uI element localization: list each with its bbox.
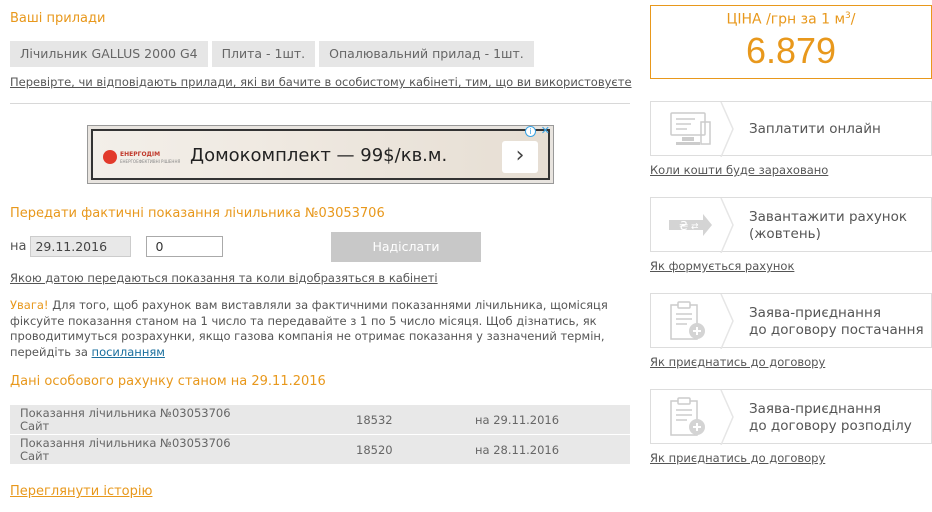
device-heater: Опалювальний прилад - 1шт. <box>319 41 534 67</box>
close-icon[interactable]: ✕ <box>541 126 550 137</box>
check-devices-link[interactable]: Перевірте, чи відповідають прилади, які … <box>10 75 632 89</box>
price-box: ЦІНА /грн за 1 м3/ 6.879 <box>650 5 932 79</box>
submit-readings-title: Передати фактичні показання лічильника №… <box>10 206 385 221</box>
send-button[interactable]: Надіслати <box>331 232 481 262</box>
row-value: 18532 <box>356 413 393 427</box>
house-icon <box>103 150 117 164</box>
download-bill-button[interactable]: ₴ ⇄ Завантажити рахунок (жовтень) <box>650 197 932 253</box>
svg-text:₴: ₴ <box>679 219 688 233</box>
action-title: Заява-приєднання до договору постачання <box>749 305 924 339</box>
separator-chevron <box>720 294 734 349</box>
clipboard-add-icon <box>665 300 715 342</box>
row-label-source: Сайт <box>20 418 50 433</box>
action-title-line1: Заява-приєднання <box>749 305 881 321</box>
action-title-line1: Завантажити рахунок <box>749 209 908 225</box>
divider <box>10 103 630 104</box>
date-field[interactable]: 29.11.2016 <box>30 236 132 257</box>
computer-icon <box>665 108 715 150</box>
ad-text: Домокомплект — 99$/кв.м. <box>190 145 448 166</box>
devices-list: Лічильник GALLUS 2000 G4 Плита - 1шт. Оп… <box>10 41 534 67</box>
notice-warning: Увага! <box>10 298 49 312</box>
row-label-meter: Показання лічильника №03053706 <box>20 436 231 450</box>
separator-chevron <box>720 390 734 445</box>
row-label: Показання лічильника №03053706 Сайт <box>20 437 231 462</box>
price-label-end: / <box>850 11 856 28</box>
row-value: 18520 <box>356 443 393 457</box>
action-title-line2: (жовтень) <box>749 226 821 242</box>
distribution-contract-button[interactable]: Заява-приєднання до договору розподілу <box>650 389 932 445</box>
account-title: Дані особового рахунку станом на 29.11.2… <box>10 374 326 389</box>
date-prefix-label: на <box>10 239 27 254</box>
history-link[interactable]: Переглянути історію <box>10 484 152 499</box>
readings-table: Показання лічильника №03053706 Сайт 18532… <box>10 405 630 464</box>
device-stove: Плита - 1шт. <box>211 41 316 67</box>
action-title-line2: до договору постачання <box>749 322 924 338</box>
date-info-link[interactable]: Якою датою передаються показання та коли… <box>10 271 438 285</box>
join-contract-link[interactable]: Як приєднатись до договору <box>650 451 825 465</box>
ad-brand-sub: ЕНЕРГОЕФЕКТИВНІ РІШЕННЯ <box>120 159 181 164</box>
row-label-meter: Показання лічильника №03053706 <box>20 406 231 420</box>
pay-online-button[interactable]: Заплатити онлайн <box>650 101 932 157</box>
price-label: ЦІНА /грн за 1 м3/ <box>651 11 931 28</box>
join-contract-link[interactable]: Як приєднатись до договору <box>650 355 825 369</box>
clipboard-add-icon <box>665 396 715 438</box>
devices-title: Ваші прилади <box>10 11 106 26</box>
action-title: Завантажити рахунок (жовтень) <box>749 209 907 243</box>
row-label: Показання лічильника №03053706 Сайт <box>20 407 231 432</box>
ad-frame: ЕНЕРГОДІМ ЕНЕРГОЕФЕКТИВНІ РІШЕННЯ Домоко… <box>91 129 550 180</box>
hryvnia-exchange-icon: ₴ ⇄ <box>665 204 715 246</box>
separator-chevron <box>720 102 734 157</box>
row-date: на 29.11.2016 <box>475 413 560 427</box>
action-title-line2: до договору розподілу <box>749 418 912 434</box>
row-label-source: Сайт <box>20 448 50 463</box>
supply-contract-button[interactable]: Заява-приєднання до договору постачання <box>650 293 932 349</box>
notice-link[interactable]: посиланням <box>92 345 165 359</box>
table-row: Показання лічильника №03053706 Сайт 18532… <box>10 405 630 434</box>
svg-text:⇄: ⇄ <box>691 222 699 232</box>
notice-text: Увага! Для того, щоб рахунок вам виставл… <box>10 298 625 360</box>
bill-info-link[interactable]: Як формується рахунок <box>650 259 794 273</box>
action-title-line1: Заява-приєднання <box>749 401 881 417</box>
info-icon[interactable]: i <box>525 126 536 137</box>
ad-banner[interactable]: ЕНЕРГОДІМ ЕНЕРГОЕФЕКТИВНІ РІШЕННЯ Домоко… <box>87 125 554 184</box>
table-row: Показання лічильника №03053706 Сайт 18520… <box>10 435 630 464</box>
readings-form: на 29.11.2016 0 <box>10 236 224 257</box>
ad-brand: ЕНЕРГОДІМ <box>120 151 161 158</box>
payment-timing-link[interactable]: Коли кошти буде зараховано <box>650 163 828 177</box>
separator-chevron <box>720 198 734 253</box>
row-date: на 28.11.2016 <box>475 443 560 457</box>
price-label-text: ЦІНА /грн за 1 м <box>726 11 846 28</box>
price-value: 6.879 <box>745 29 837 71</box>
ad-logo: ЕНЕРГОДІМ ЕНЕРГОЕФЕКТИВНІ РІШЕННЯ <box>103 148 180 168</box>
action-title: Заплатити онлайн <box>749 121 881 137</box>
chevron-right-icon[interactable]: › <box>502 141 538 173</box>
device-gas-meter: Лічильник GALLUS 2000 G4 <box>10 41 208 67</box>
action-title: Заява-приєднання до договору розподілу <box>749 401 912 435</box>
reading-input[interactable]: 0 <box>146 236 224 257</box>
